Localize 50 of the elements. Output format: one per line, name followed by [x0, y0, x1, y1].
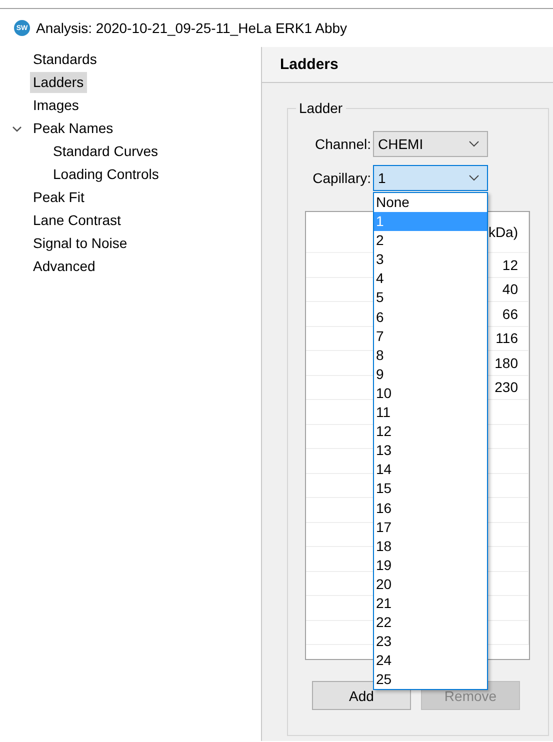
sidebar-item[interactable]: Lane Contrast	[30, 210, 124, 231]
dropdown-option[interactable]: 22	[374, 613, 487, 632]
dropdown-option[interactable]: 7	[374, 326, 487, 346]
dropdown-option[interactable]: 6	[374, 308, 487, 327]
dropdown-option[interactable]: 17	[374, 518, 487, 537]
dropdown-option[interactable]: 5	[374, 288, 487, 308]
table-cell: 116	[496, 330, 518, 346]
dropdown-option[interactable]: 3	[374, 250, 487, 270]
column-header: kDa)	[488, 224, 518, 240]
sidebar-item[interactable]: Images	[30, 95, 82, 116]
field-label: Capillary:	[312, 170, 371, 186]
sidebar-item[interactable]: Advanced	[30, 256, 98, 277]
dropdown-option[interactable]: 4	[374, 269, 487, 288]
table-cell: 12	[502, 256, 518, 273]
window-title: Analysis: 2020-10-21_09-25-11_HeLa ERK1 Abby	[36, 20, 348, 36]
caret-icon	[469, 175, 479, 181]
field-label: Channel:	[314, 136, 371, 152]
dropdown-option[interactable]: 15	[374, 479, 487, 498]
sidebar-item[interactable]: Loading Controls	[50, 164, 162, 185]
sidebar-item[interactable]: Ladders	[30, 72, 87, 93]
caret-icon	[469, 141, 479, 147]
chevron-icon[interactable]	[12, 124, 22, 134]
dropdown-option[interactable]: 23	[374, 632, 487, 652]
group-title: Ladder	[296, 100, 346, 116]
table-cell: 40	[502, 281, 518, 298]
table-cell: 180	[494, 354, 518, 371]
sidebar-item[interactable]: Signal to Noise	[30, 233, 130, 254]
capillary-dropdown[interactable]: 1	[373, 165, 488, 191]
sidebar-item[interactable]: Standards	[30, 49, 100, 70]
dropdown-option[interactable]: 20	[374, 574, 487, 594]
dropdown-option[interactable]: 2	[374, 231, 487, 250]
dropdown-option[interactable]: 24	[374, 651, 487, 670]
channel-dropdown[interactable]: CHEMI	[373, 131, 488, 157]
dropdown-option[interactable]: 14	[374, 460, 487, 480]
dropdown-option[interactable]: 8	[374, 346, 487, 365]
dropdown-option[interactable]: 18	[374, 536, 487, 556]
dropdown-option[interactable]: 12	[374, 422, 487, 442]
dropdown-option[interactable]: 11	[374, 403, 487, 422]
table-cell: 230	[494, 379, 518, 396]
sidebar-item[interactable]: Peak Fit	[30, 187, 88, 208]
sidebar-item[interactable]: Peak Names	[30, 118, 116, 139]
table-cell: 66	[502, 306, 518, 322]
sidebar-item[interactable]: Standard Curves	[50, 141, 162, 162]
dropdown-option[interactable]: 10	[374, 384, 487, 404]
dropdown-option[interactable]: 21	[374, 594, 487, 614]
dropdown-option[interactable]: 16	[374, 498, 487, 518]
dropdown-option[interactable]: 9	[374, 364, 487, 384]
dropdown-option[interactable]: 13	[374, 441, 487, 460]
dropdown-option[interactable]: None	[374, 193, 487, 212]
dropdown-option[interactable]: 19	[374, 556, 487, 575]
